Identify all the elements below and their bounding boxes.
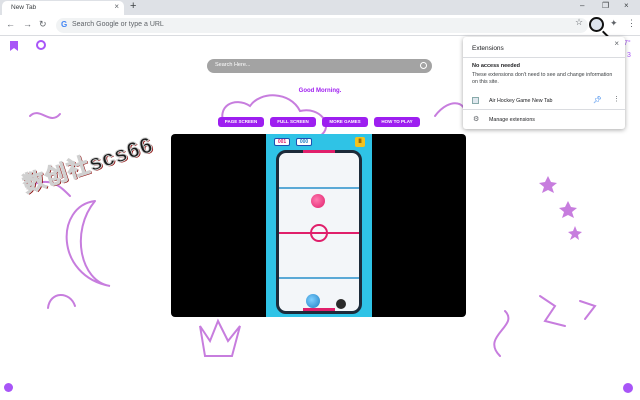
close-window-button[interactable]: × [624,1,629,10]
reload-icon[interactable]: ↻ [39,19,47,30]
search-icon[interactable] [420,62,427,69]
pause-button[interactable]: II [355,137,365,147]
restore-button[interactable]: ❐ [602,1,609,10]
extensions-popup: Extensions × No access needed These exte… [463,37,625,129]
page-search-input[interactable]: Search Here... [207,59,432,73]
bottom-blue-line [279,277,359,279]
address-bar[interactable]: G Search Google or type a URL [56,18,588,33]
puck [336,299,346,309]
more-games-button[interactable]: MORE GAMES [322,117,368,127]
history-icon[interactable] [36,40,46,50]
full-screen-button[interactable]: FULL SCREEN [270,117,316,127]
manage-extensions-link[interactable]: Manage extensions [489,117,535,123]
extension-name[interactable]: Air Hockey Game New Tab [489,98,553,104]
menu-icon[interactable]: ⋮ [627,18,636,29]
weather-temperature: 7° [624,40,631,47]
star-icon[interactable]: ☆ [575,17,583,28]
how-to-play-button[interactable]: HOW TO PLAY [374,117,420,127]
close-icon[interactable]: × [614,39,619,48]
air-hockey-game[interactable]: 001 000 II [266,134,372,317]
page-screen-button[interactable]: PAGE SCREEN [218,117,264,127]
pin-icon[interactable]: 📌︎ [593,96,602,104]
puzzle-icon[interactable]: ✦ [610,18,618,29]
popup-description: These extensions don't need to see and c… [472,72,613,85]
forward-icon[interactable]: → [23,19,32,29]
center-circle [310,224,328,242]
tab-new-tab[interactable]: New Tab × [2,1,124,15]
new-tab-button[interactable]: + [130,0,136,12]
extension-icon[interactable] [589,17,604,32]
tab-close-icon[interactable]: × [114,2,119,11]
back-icon[interactable]: ← [6,19,15,29]
tab-title: New Tab [11,4,37,11]
score-opponent: 000 [296,138,312,146]
popup-divider [463,109,625,110]
opponent-paddle [311,194,325,208]
top-blue-line [279,187,359,189]
player-paddle[interactable] [306,294,320,308]
popup-title: Extensions [472,45,504,52]
top-goal [303,150,335,153]
extension-menu-icon[interactable]: ⋮ [613,95,620,103]
popup-subtitle: No access needed [472,63,520,69]
minimize-button[interactable]: – [580,1,584,10]
toolbar: ← → ↻ G Search Google or type a URL ☆ [0,15,640,36]
tab-strip: New Tab × + – ❐ × [0,0,640,15]
gear-icon[interactable]: ⚙ [473,115,479,123]
weather-detail: 3 [627,52,631,59]
bottom-goal [303,308,335,311]
browser-window: New Tab × + – ❐ × ← → ↻ G Search Google … [0,0,640,400]
hockey-rink[interactable] [276,150,362,314]
settings-gear-icon[interactable] [4,383,13,392]
search-placeholder: Search Here... [215,62,251,68]
score-player: 001 [274,138,290,146]
google-icon: G [61,20,68,29]
info-icon[interactable] [623,383,633,393]
address-bar-placeholder: Search Google or type a URL [72,21,164,28]
popup-divider [463,57,625,58]
extension-favicon-icon [472,97,479,104]
